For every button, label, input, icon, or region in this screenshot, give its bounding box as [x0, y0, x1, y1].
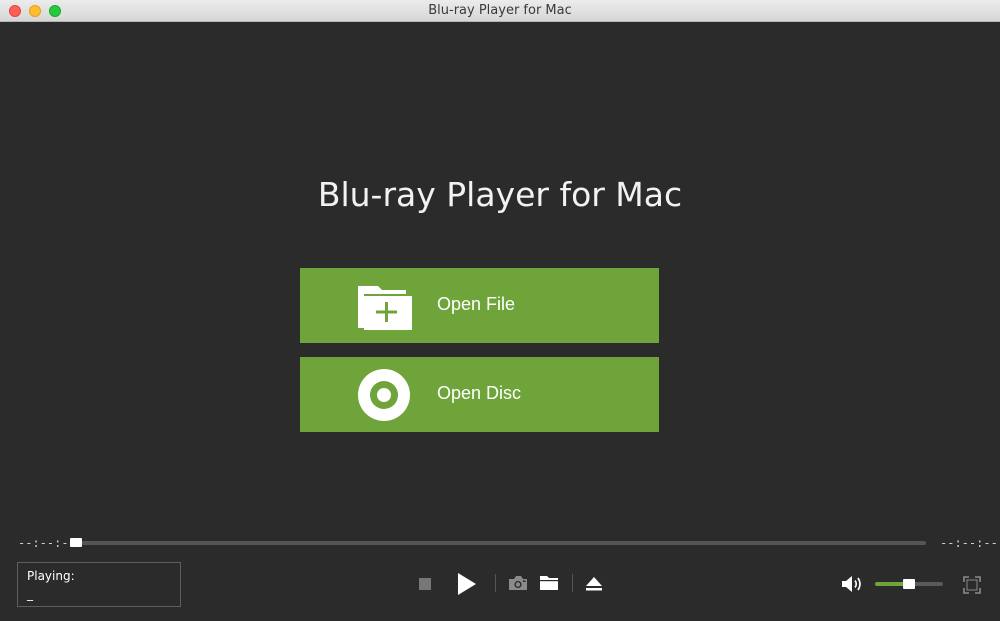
- open-file-label: Open File: [437, 294, 516, 314]
- camera-icon[interactable]: [508, 575, 528, 591]
- stop-button[interactable]: [419, 578, 431, 590]
- folder-icon[interactable]: [539, 575, 559, 591]
- progress-bar[interactable]: [70, 541, 926, 545]
- play-icon[interactable]: [457, 573, 477, 595]
- playing-value: _: [27, 587, 33, 601]
- app-title: Blu-ray Player for Mac: [317, 175, 683, 214]
- open-disc-button[interactable]: Open Disc: [300, 357, 659, 432]
- divider: [495, 574, 496, 592]
- time-total: --:--:--: [940, 536, 998, 550]
- app-window: Blu-ray Player for Mac Blu-ray Player fo…: [0, 0, 1000, 621]
- fullscreen-icon[interactable]: [963, 576, 981, 594]
- eject-icon[interactable]: [586, 577, 602, 591]
- time-elapsed: --:--:--: [18, 536, 76, 550]
- disc-icon: [358, 369, 410, 421]
- title-bar: Blu-ray Player for Mac: [0, 0, 1000, 22]
- divider: [572, 574, 573, 592]
- progress-thumb[interactable]: [70, 538, 82, 547]
- open-disc-label: Open Disc: [437, 383, 522, 403]
- open-file-button[interactable]: Open File: [300, 268, 659, 343]
- playing-label: Playing:: [27, 569, 75, 583]
- window-title: Blu-ray Player for Mac: [428, 3, 572, 18]
- speaker-icon[interactable]: [841, 575, 865, 593]
- folder-plus-icon: [358, 286, 412, 330]
- volume-thumb[interactable]: [903, 579, 915, 589]
- now-playing-panel: Playing: _: [17, 562, 181, 607]
